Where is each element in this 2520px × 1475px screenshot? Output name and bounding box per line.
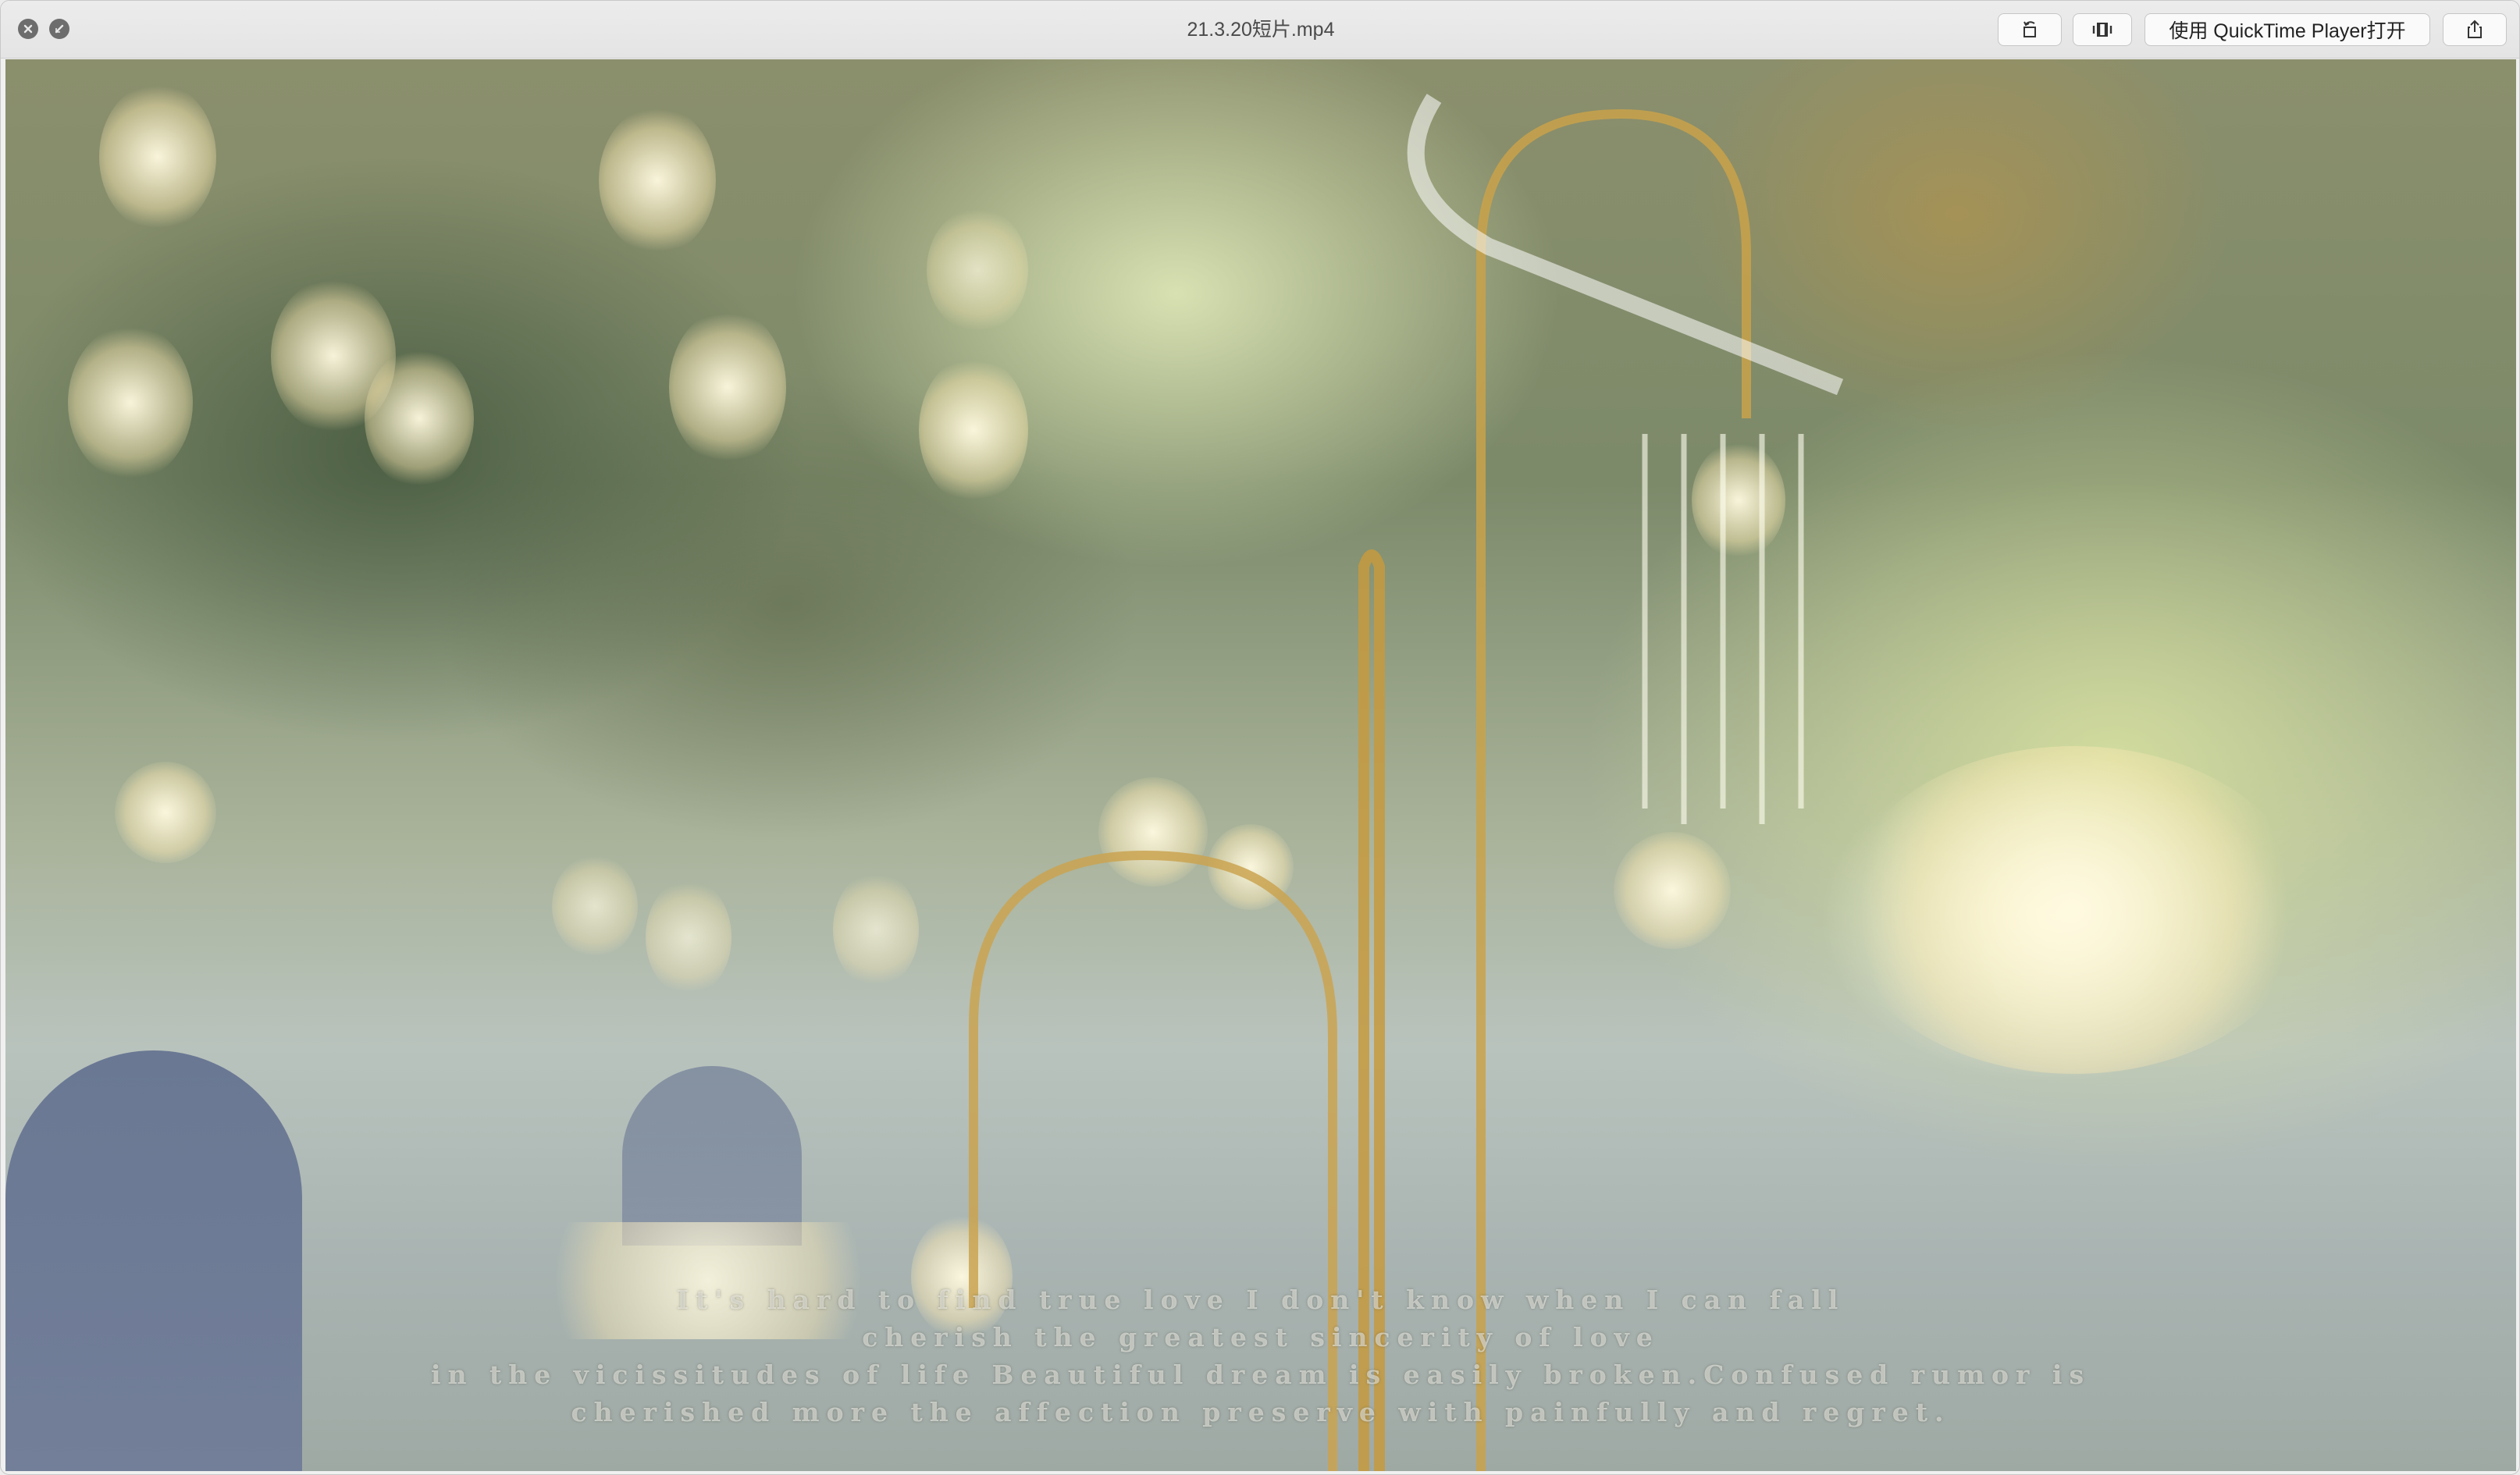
share-icon [2468,20,2482,38]
window-title: 21.3.20短片.mp4 [1187,19,1335,41]
open-with-quicktime-button[interactable]: 使用 QuickTime Player打开 [2144,13,2430,46]
rotate-left-icon [2023,21,2036,37]
subtitle-line: It's hard to find true love I don't know… [676,1285,1846,1315]
rotate-button[interactable] [1998,13,2062,46]
subtitle-line: cherish the greatest sincerity of love [862,1322,1660,1352]
chandelier-stands [969,94,1844,1471]
subtitle-line: cherished more the affection preserve wi… [571,1397,1951,1427]
close-button[interactable] [18,19,38,39]
close-icon [23,24,33,34]
quicklook-window: 21.3.20短片.mp4 使用 QuickTime Player打开 It's… [0,0,2520,1475]
fullscreen-button[interactable] [49,19,69,39]
trim-button[interactable] [2073,13,2132,46]
share-button[interactable] [2443,13,2507,46]
video-frame[interactable]: It's hard to find true love I don't know… [5,59,2516,1471]
subtitle-line: in the vicissitudes of life Beautiful dr… [430,1359,2091,1390]
fullscreen-icon [55,24,64,34]
title-bar[interactable]: 21.3.20短片.mp4 使用 QuickTime Player打开 [1,1,2519,59]
trim-icon [2092,23,2112,37]
